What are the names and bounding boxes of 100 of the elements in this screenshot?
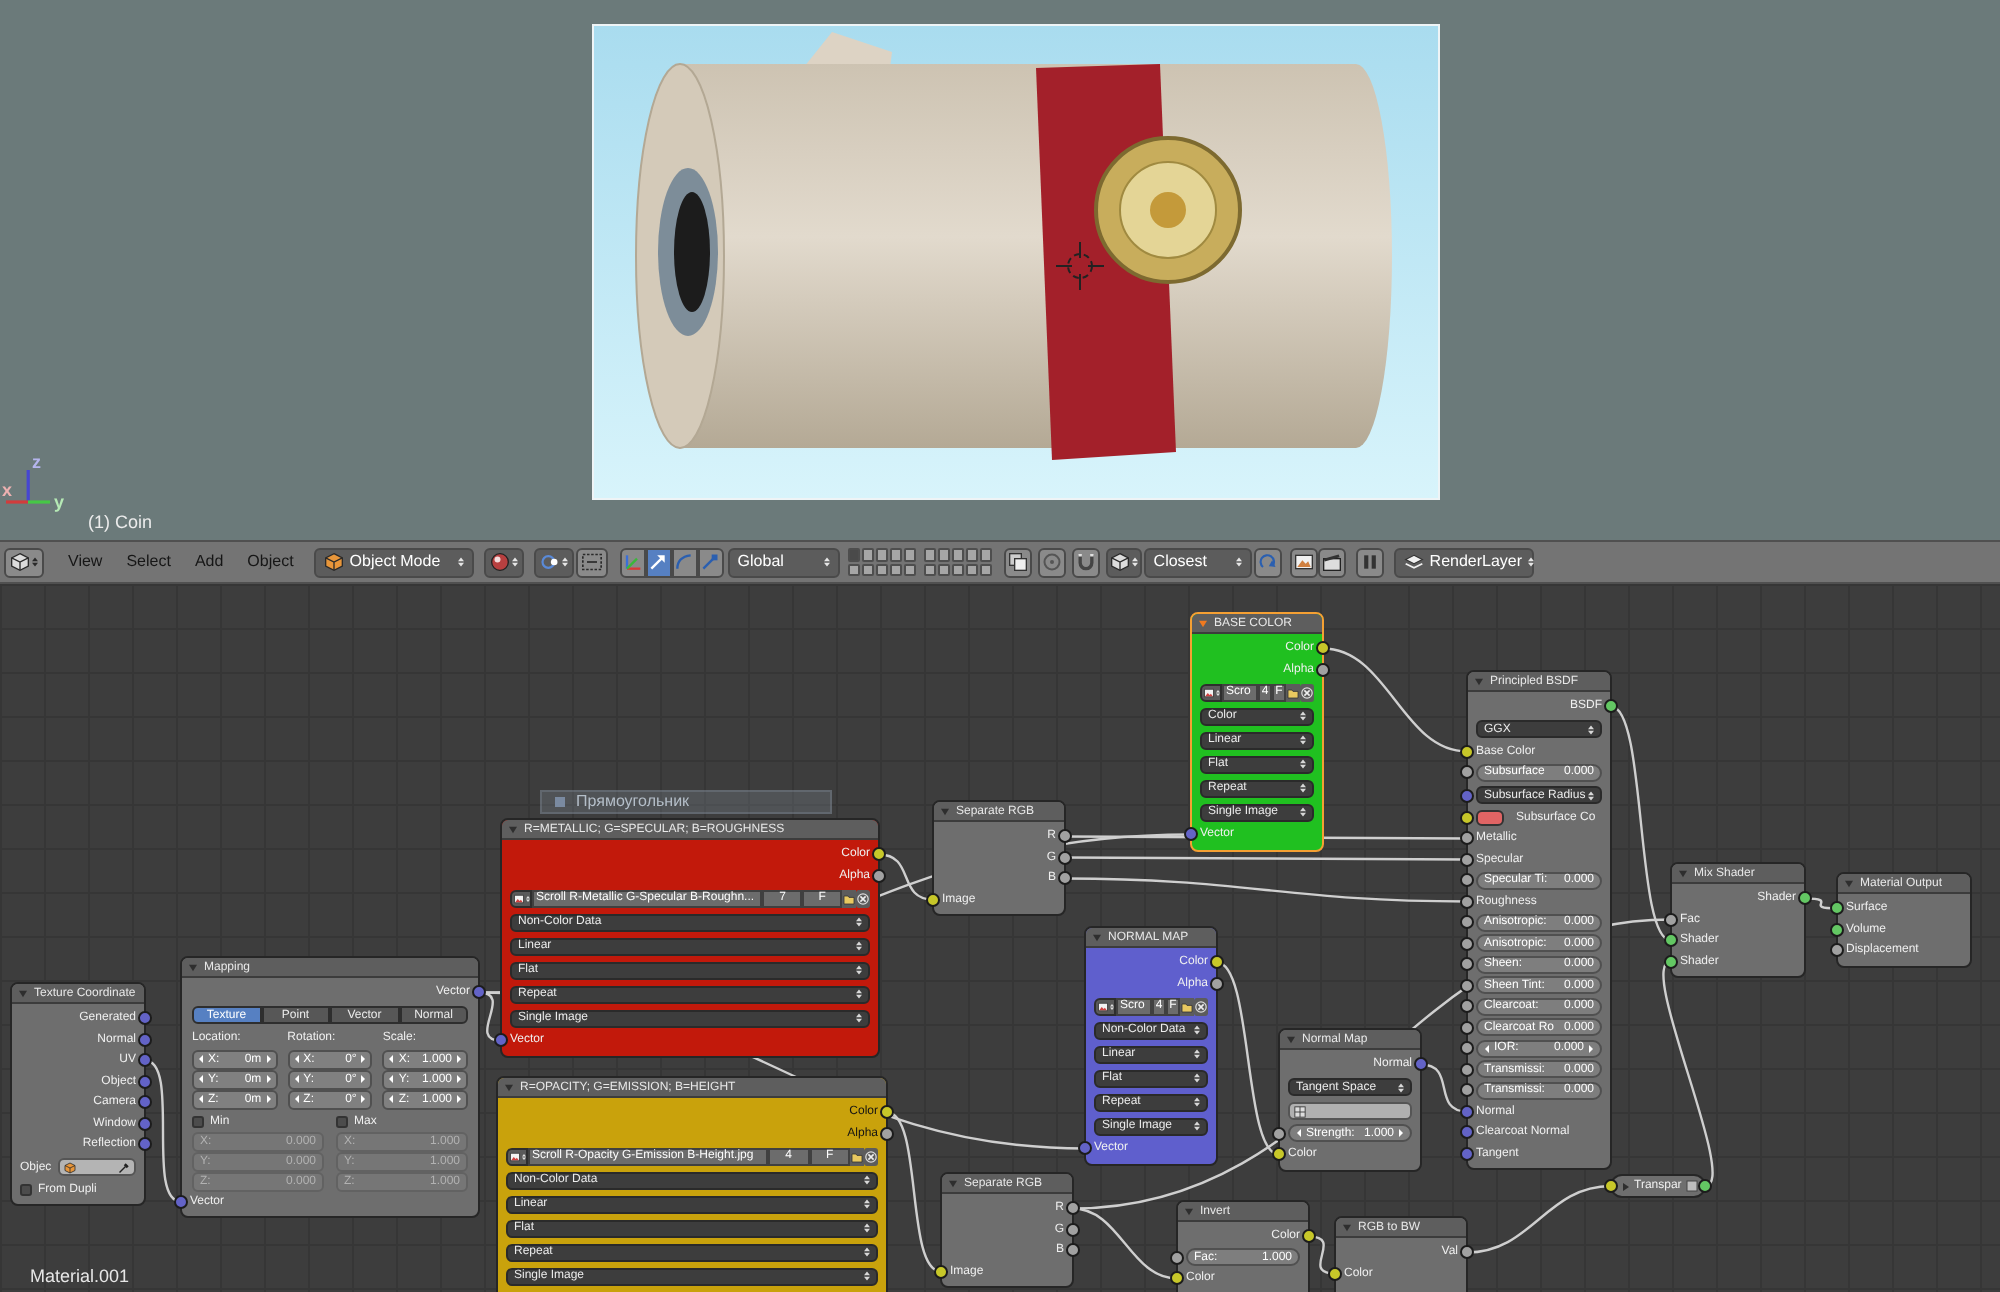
layer-button[interactable]	[951, 563, 964, 576]
layer-button[interactable]	[979, 548, 992, 561]
snap-element-dropdown[interactable]	[1105, 547, 1142, 577]
image-icon	[1097, 1001, 1107, 1011]
up-down-arrows-icon	[1194, 1120, 1200, 1132]
sphere-icon	[489, 552, 510, 572]
up-down-arrows-icon	[1215, 687, 1219, 697]
folder-icon[interactable]	[1286, 683, 1300, 701]
menu-item[interactable]: Select	[114, 547, 183, 577]
menu-item[interactable]: Add	[182, 547, 236, 577]
up-down-arrows-icon	[32, 556, 38, 568]
socket-icon[interactable]	[1302, 1229, 1316, 1244]
menu-item[interactable]: View	[56, 547, 115, 577]
up-down-arrows-icon	[856, 964, 862, 976]
layer-button[interactable]	[937, 563, 950, 576]
checkbox[interactable]	[20, 1183, 32, 1196]
render-animation-button[interactable]	[1317, 547, 1346, 577]
layer-button[interactable]	[965, 563, 978, 576]
dotted-square-icon	[579, 552, 604, 572]
socket-icon[interactable]	[934, 1264, 948, 1279]
snap-target-dropdown[interactable]: Closest	[1143, 547, 1252, 577]
layer-button[interactable]	[903, 548, 916, 561]
square-icon	[554, 796, 566, 808]
up-down-arrows-icon	[864, 1222, 870, 1234]
image-browse-button[interactable]	[506, 1147, 528, 1165]
socket-icon[interactable]	[1604, 1179, 1618, 1193]
ring-icon	[1041, 552, 1062, 572]
socket-icon[interactable]	[926, 892, 940, 907]
layer-button[interactable]	[923, 563, 936, 576]
up-down-arrows-icon	[1588, 723, 1594, 735]
layer-button[interactable]	[903, 563, 916, 576]
image-browse-button[interactable]	[510, 889, 532, 907]
mode-dropdown[interactable]: Object Mode	[313, 547, 474, 577]
socket-icon[interactable]	[1604, 699, 1618, 714]
up-down-arrows-icon	[1194, 1072, 1200, 1084]
magnet-icon	[1075, 552, 1096, 572]
layer-button[interactable]	[861, 548, 874, 561]
x-icon[interactable]	[864, 1147, 878, 1165]
left-arrow-icon	[1484, 1043, 1490, 1054]
object-name-label: (1) Coin	[88, 514, 153, 532]
layer-button[interactable]	[889, 548, 902, 561]
material-name-label: Material.001	[30, 1268, 130, 1286]
toggle-button[interactable]	[1037, 547, 1066, 577]
shading-dropdown[interactable]	[483, 547, 524, 577]
socket-icon[interactable]	[1328, 1266, 1342, 1281]
up-down-arrows-icon	[1300, 734, 1306, 746]
up-down-arrows-icon	[823, 556, 830, 568]
folder-icon[interactable]	[1180, 997, 1194, 1015]
toggle-button[interactable]	[1003, 547, 1032, 577]
layer-button[interactable]	[875, 548, 888, 561]
layer-button[interactable]	[861, 563, 874, 576]
image-browse-button[interactable]	[1094, 997, 1116, 1015]
pivot-dropdown[interactable]	[533, 547, 574, 577]
layer-button[interactable]	[951, 548, 964, 561]
layer-button[interactable]	[979, 563, 992, 576]
curved-arrow-icon	[1257, 552, 1278, 572]
layers-icon	[1403, 552, 1424, 572]
up-down-arrows-icon	[856, 988, 862, 1000]
pause-button[interactable]	[1355, 547, 1384, 577]
editor-type-button[interactable]	[4, 547, 44, 577]
arc-icon	[674, 552, 695, 572]
socket-icon[interactable]	[1460, 1245, 1474, 1260]
menu-item[interactable]: Object	[235, 547, 306, 577]
layer-button[interactable]	[875, 563, 888, 576]
up-down-arrows-icon	[561, 556, 568, 568]
socket-icon[interactable]	[1798, 891, 1812, 906]
up-down-arrows-icon	[457, 556, 464, 568]
square-icon	[1685, 1180, 1698, 1192]
image-icon	[509, 1151, 519, 1161]
folder-icon[interactable]	[850, 1147, 864, 1165]
layer-button[interactable]	[937, 548, 950, 561]
toggle-button[interactable]	[1253, 547, 1282, 577]
overlay-label: Прямоугольник	[576, 794, 690, 810]
image-browse-button[interactable]	[1200, 683, 1222, 701]
triangle-icon[interactable]	[1622, 1181, 1630, 1191]
layer-button[interactable]	[923, 548, 936, 561]
layer-button[interactable]	[847, 563, 860, 576]
axis-label: z	[32, 452, 41, 472]
snap-toggle[interactable]	[1071, 547, 1100, 577]
socket-icon[interactable]	[1698, 1179, 1712, 1193]
color-swatch[interactable]	[1476, 809, 1504, 826]
layer-button[interactable]	[965, 548, 978, 561]
x-icon[interactable]	[856, 889, 870, 907]
manipulator-button[interactable]	[645, 547, 672, 577]
socket-icon[interactable]	[1184, 827, 1198, 842]
up-down-arrows-icon	[1528, 556, 1535, 568]
toggle-button[interactable]	[575, 547, 608, 577]
checkbox[interactable]	[192, 1115, 204, 1127]
render-button[interactable]	[1289, 547, 1318, 577]
x-icon[interactable]	[1300, 683, 1314, 701]
orientation-dropdown[interactable]: Global	[727, 547, 840, 577]
object-field[interactable]	[57, 1158, 136, 1176]
uv-map-field[interactable]	[1288, 1102, 1412, 1120]
cube-icon	[1109, 552, 1130, 572]
cube-icon	[10, 552, 30, 572]
folder-icon[interactable]	[842, 889, 856, 907]
render-layer-dropdown[interactable]: RenderLayer	[1393, 547, 1534, 577]
x-icon[interactable]	[1194, 997, 1208, 1015]
layer-button[interactable]	[889, 563, 902, 576]
checkbox[interactable]	[336, 1115, 348, 1127]
